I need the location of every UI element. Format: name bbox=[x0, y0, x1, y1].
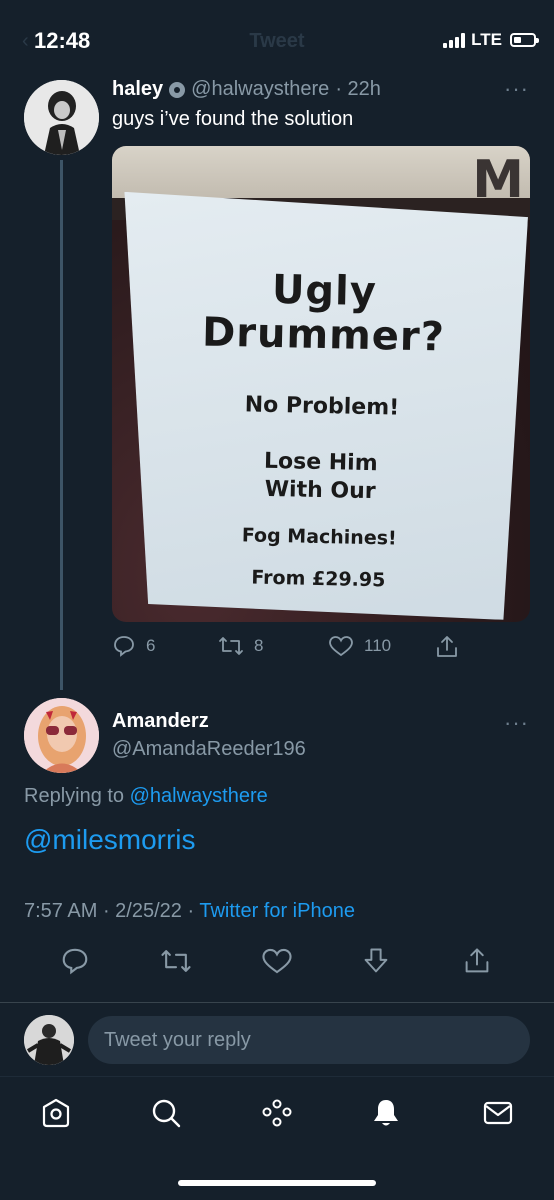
reply-button[interactable] bbox=[60, 946, 90, 981]
tab-search[interactable] bbox=[150, 1097, 182, 1134]
reply-bar bbox=[0, 1003, 554, 1075]
avatar-image bbox=[24, 1015, 74, 1065]
tweet-author-handle[interactable]: @AmandaReeder196 bbox=[112, 738, 306, 761]
spaces-icon bbox=[262, 1099, 292, 1127]
replying-to: Replying to @halwaysthere bbox=[24, 785, 268, 808]
image-letter: M bbox=[472, 150, 524, 210]
sign-line: Drummer? bbox=[201, 309, 446, 361]
like-button[interactable]: 110 bbox=[328, 634, 391, 658]
heart-icon bbox=[262, 948, 292, 974]
tweet-text-mention[interactable]: @milesmorris bbox=[24, 824, 196, 856]
more-icon[interactable]: ··· bbox=[504, 710, 529, 736]
share-button[interactable] bbox=[434, 634, 460, 660]
reply-icon bbox=[62, 948, 88, 975]
tweet-image[interactable]: M Ugly Drummer? No Problem! Lose Him Wit… bbox=[112, 146, 530, 622]
home-icon bbox=[42, 1098, 70, 1128]
search-icon bbox=[152, 1099, 181, 1128]
network-label: LTE bbox=[471, 30, 502, 49]
author-name[interactable]: haley bbox=[112, 78, 163, 101]
share-icon bbox=[437, 636, 457, 657]
thread-line bbox=[60, 160, 63, 690]
replying-prefix: Replying to bbox=[24, 785, 125, 807]
tweet-time: · 22h bbox=[335, 78, 381, 100]
arrow-down-icon bbox=[364, 948, 388, 973]
status-indicators: LTE bbox=[443, 30, 539, 50]
replying-handle-link[interactable]: @halwaysthere bbox=[130, 785, 268, 807]
tweet-text: guys i’ve found the solution bbox=[112, 108, 354, 130]
retweet-icon bbox=[219, 637, 243, 655]
status-bar: ‹ Tweet 12:48 LTE bbox=[0, 0, 554, 80]
sign-line: Fog Machines! bbox=[241, 524, 397, 550]
avatar[interactable] bbox=[24, 80, 99, 155]
tweet-detail-actions bbox=[0, 946, 554, 980]
home-indicator[interactable] bbox=[178, 1180, 376, 1186]
more-icon[interactable]: ··· bbox=[504, 76, 529, 102]
like-button[interactable] bbox=[261, 946, 293, 981]
sign-line: No Problem! bbox=[244, 392, 400, 421]
my-avatar[interactable] bbox=[24, 1015, 74, 1065]
reply-count: 6 bbox=[146, 636, 156, 655]
tweet-author-name[interactable]: Amanderz bbox=[112, 710, 209, 733]
tab-notifications[interactable] bbox=[370, 1097, 402, 1134]
retweet-button[interactable] bbox=[160, 946, 192, 981]
sign-line: With Our bbox=[264, 476, 376, 505]
battery-icon bbox=[510, 33, 539, 47]
like-count: 110 bbox=[364, 636, 392, 655]
tab-home[interactable] bbox=[40, 1097, 72, 1134]
share-button[interactable] bbox=[462, 946, 492, 981]
reply-input[interactable] bbox=[88, 1016, 530, 1064]
tweet-author[interactable]: haley @halwaysthere · 22h bbox=[112, 78, 381, 101]
tab-messages[interactable] bbox=[482, 1097, 514, 1134]
avatar-image bbox=[24, 698, 99, 773]
tweet-time: 7:57 AM bbox=[24, 900, 98, 922]
tweet-actions: 6 8 110 bbox=[112, 634, 530, 662]
reply-icon bbox=[114, 636, 134, 657]
bell-icon bbox=[374, 1100, 398, 1126]
tweet-meta: 7:57 AM · 2/25/22 · Twitter for iPhone bbox=[24, 900, 355, 923]
tab-spaces[interactable] bbox=[260, 1097, 294, 1134]
author-handle[interactable]: @halwaysthere bbox=[191, 78, 329, 101]
retweet-count: 8 bbox=[254, 636, 264, 655]
sign: Ugly Drummer? No Problem! Lose Him With … bbox=[116, 192, 529, 620]
signal-icon bbox=[443, 32, 466, 48]
badge-icon bbox=[169, 81, 186, 98]
status-time: 12:48 bbox=[34, 28, 91, 53]
retweet-button[interactable]: 8 bbox=[218, 634, 263, 658]
retweet-icon bbox=[161, 950, 191, 972]
share-icon bbox=[465, 948, 489, 973]
heart-icon bbox=[329, 636, 353, 657]
sign-line: From £29.95 bbox=[251, 566, 386, 592]
avatar[interactable] bbox=[24, 698, 99, 773]
bookmark-down-button[interactable] bbox=[362, 946, 390, 981]
mail-icon bbox=[483, 1101, 513, 1125]
tweet-date: · 2/25/22 · bbox=[102, 900, 195, 922]
tweet-source-link[interactable]: Twitter for iPhone bbox=[199, 900, 355, 922]
avatar-image bbox=[24, 80, 99, 155]
reply-button[interactable]: 6 bbox=[112, 634, 155, 658]
